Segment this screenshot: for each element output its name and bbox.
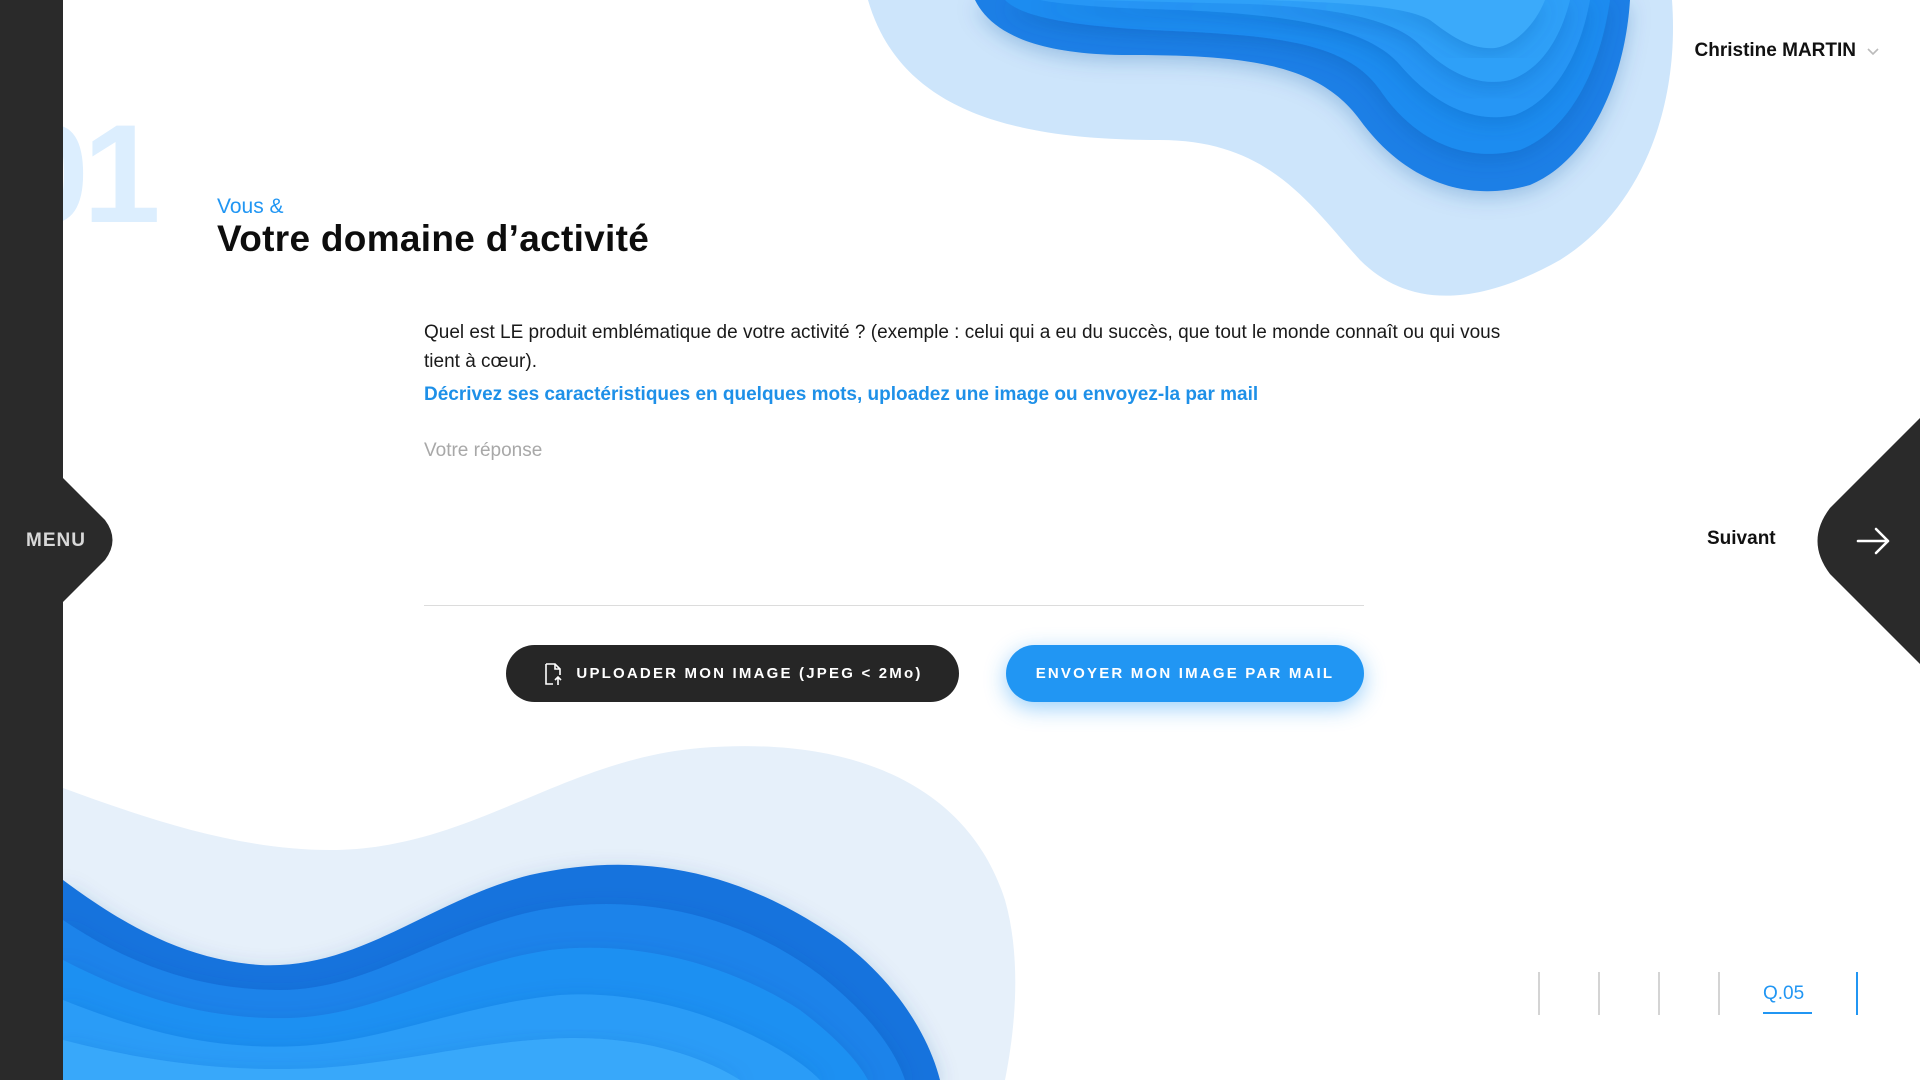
next-label[interactable]: Suivant — [1707, 528, 1776, 550]
user-menu[interactable]: Christine MARTIN — [1695, 40, 1881, 62]
user-name: Christine MARTIN — [1694, 40, 1857, 61]
progress-step[interactable] — [1658, 972, 1660, 1015]
section-kicker: Vous & — [217, 195, 284, 218]
question-text: Quel est LE produit emblématique de votr… — [424, 322, 1501, 372]
file-upload-icon — [545, 662, 562, 685]
answer-field[interactable] — [424, 440, 1364, 606]
page-title: Votre domaine d’activité — [217, 218, 650, 259]
progress-step[interactable] — [1598, 972, 1600, 1015]
menu-button[interactable]: MENU — [0, 478, 115, 602]
send-by-mail-button[interactable]: ENVOYER MON IMAGE PAR MAIL — [1006, 645, 1364, 702]
chevron-down-icon — [1867, 48, 1879, 56]
next-button[interactable] — [1810, 418, 1920, 664]
progress-step[interactable] — [1718, 972, 1720, 1015]
progress-step-current-marker — [1856, 972, 1858, 1015]
progress-current-step[interactable]: Q.05 — [1763, 983, 1804, 1005]
next-tab-shape — [1817, 418, 1920, 664]
section-number: 01 — [63, 118, 161, 252]
upload-image-button[interactable]: UPLOADER MON IMAGE (JPEG < 2Mo) — [506, 645, 959, 702]
menu-label: MENU — [26, 530, 86, 551]
progress-current-underline — [1763, 1012, 1812, 1014]
question-instruction: Décrivez ses caractéristiques en quelque… — [424, 384, 1259, 405]
progress-step[interactable] — [1538, 972, 1540, 1015]
upload-button-label: UPLOADER MON IMAGE (JPEG < 2Mo) — [576, 665, 923, 682]
mail-button-label: ENVOYER MON IMAGE PAR MAIL — [1035, 665, 1335, 682]
